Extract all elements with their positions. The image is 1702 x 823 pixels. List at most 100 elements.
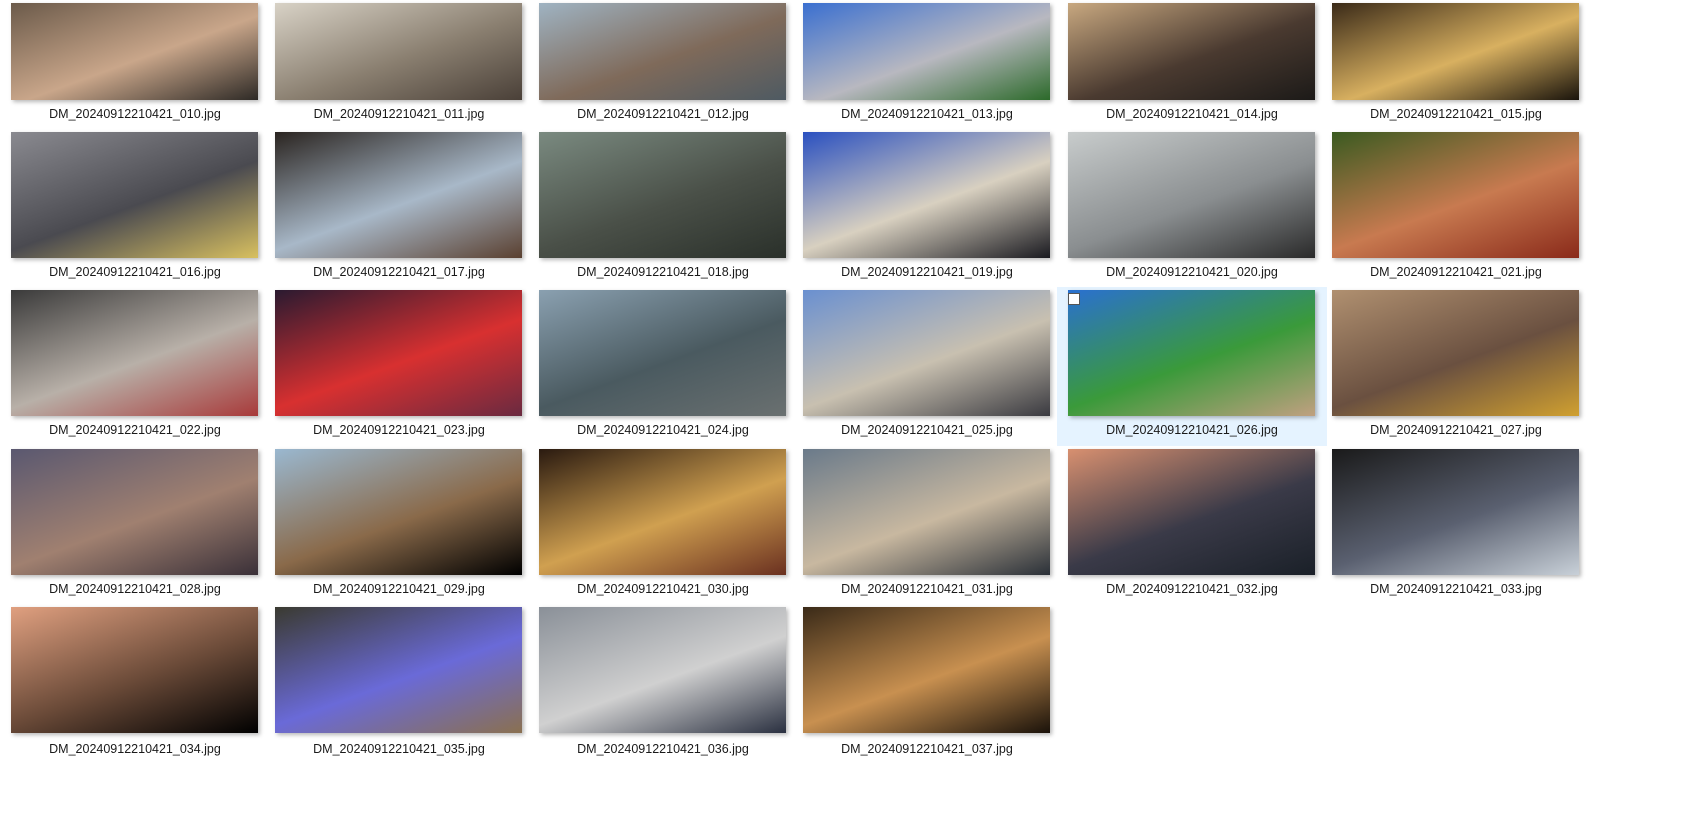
image-thumbnail[interactable] [11, 607, 258, 733]
file-item[interactable]: DM_20240912210421_015.jpg [1321, 0, 1591, 121]
file-name-label: DM_20240912210421_032.jpg [1106, 582, 1278, 596]
image-thumbnail[interactable] [11, 3, 258, 100]
file-name-label: DM_20240912210421_028.jpg [49, 582, 221, 596]
file-item[interactable]: DM_20240912210421_012.jpg [528, 0, 798, 121]
image-thumbnail-icon [275, 3, 522, 100]
file-name-label: DM_20240912210421_037.jpg [841, 742, 1013, 756]
image-thumbnail-icon [11, 607, 258, 733]
image-thumbnail-icon [11, 290, 258, 416]
image-thumbnail[interactable] [1068, 449, 1315, 575]
file-name-label: DM_20240912210421_019.jpg [841, 265, 1013, 279]
file-item[interactable]: DM_20240912210421_029.jpg [264, 446, 534, 604]
image-thumbnail-icon [1068, 3, 1315, 100]
file-name-label: DM_20240912210421_034.jpg [49, 742, 221, 756]
image-thumbnail[interactable] [803, 607, 1050, 733]
file-item[interactable]: DM_20240912210421_028.jpg [0, 446, 270, 604]
file-item[interactable]: DM_20240912210421_016.jpg [0, 129, 270, 287]
file-name-label: DM_20240912210421_021.jpg [1370, 265, 1542, 279]
file-name-label: DM_20240912210421_031.jpg [841, 582, 1013, 596]
file-item[interactable]: DM_20240912210421_031.jpg [792, 446, 1062, 604]
image-thumbnail-icon [11, 132, 258, 258]
file-name-label: DM_20240912210421_016.jpg [49, 265, 221, 279]
file-name-label: DM_20240912210421_026.jpg [1106, 423, 1278, 437]
file-item[interactable]: DM_20240912210421_020.jpg [1057, 129, 1327, 287]
image-thumbnail[interactable] [275, 3, 522, 100]
image-thumbnail[interactable] [539, 132, 786, 258]
image-thumbnail[interactable] [1068, 290, 1315, 416]
image-thumbnail-icon [11, 449, 258, 575]
file-name-label: DM_20240912210421_013.jpg [841, 107, 1013, 121]
image-thumbnail-icon [1068, 290, 1315, 416]
file-item[interactable]: DM_20240912210421_010.jpg [0, 0, 270, 121]
image-thumbnail[interactable] [803, 132, 1050, 258]
image-thumbnail-icon [1068, 132, 1315, 258]
image-thumbnail-icon [803, 290, 1050, 416]
selection-checkbox[interactable] [1068, 293, 1080, 305]
file-item[interactable]: DM_20240912210421_011.jpg [264, 0, 534, 121]
image-thumbnail[interactable] [1332, 449, 1579, 575]
image-thumbnail-icon [11, 3, 258, 100]
file-item[interactable]: DM_20240912210421_030.jpg [528, 446, 798, 604]
image-thumbnail[interactable] [539, 290, 786, 416]
file-name-label: DM_20240912210421_029.jpg [313, 582, 485, 596]
file-item[interactable]: DM_20240912210421_013.jpg [792, 0, 1062, 121]
image-thumbnail[interactable] [1332, 132, 1579, 258]
file-item[interactable]: DM_20240912210421_032.jpg [1057, 446, 1327, 604]
file-item[interactable]: DM_20240912210421_018.jpg [528, 129, 798, 287]
file-name-label: DM_20240912210421_015.jpg [1370, 107, 1542, 121]
file-name-label: DM_20240912210421_023.jpg [313, 423, 485, 437]
file-item[interactable]: DM_20240912210421_014.jpg [1057, 0, 1327, 121]
file-name-label: DM_20240912210421_033.jpg [1370, 582, 1542, 596]
file-item[interactable]: DM_20240912210421_035.jpg [264, 604, 534, 762]
image-thumbnail[interactable] [803, 290, 1050, 416]
image-thumbnail-icon [803, 607, 1050, 733]
image-thumbnail[interactable] [11, 449, 258, 575]
file-item[interactable]: DM_20240912210421_021.jpg [1321, 129, 1591, 287]
file-item[interactable]: DM_20240912210421_034.jpg [0, 604, 270, 762]
file-name-label: DM_20240912210421_020.jpg [1106, 265, 1278, 279]
file-item[interactable]: DM_20240912210421_037.jpg [792, 604, 1062, 762]
image-thumbnail-icon [1332, 449, 1579, 575]
image-thumbnail-icon [275, 449, 522, 575]
image-thumbnail[interactable] [11, 290, 258, 416]
image-thumbnail-icon [539, 3, 786, 100]
file-item[interactable]: DM_20240912210421_033.jpg [1321, 446, 1591, 604]
image-thumbnail[interactable] [1068, 3, 1315, 100]
file-name-label: DM_20240912210421_018.jpg [577, 265, 749, 279]
file-item[interactable]: DM_20240912210421_027.jpg [1321, 287, 1591, 446]
file-name-label: DM_20240912210421_025.jpg [841, 423, 1013, 437]
image-thumbnail[interactable] [1332, 3, 1579, 100]
image-thumbnail[interactable] [539, 449, 786, 575]
file-item[interactable]: DM_20240912210421_036.jpg [528, 604, 798, 762]
image-thumbnail-icon [803, 132, 1050, 258]
image-thumbnail[interactable] [803, 3, 1050, 100]
file-item[interactable]: DM_20240912210421_022.jpg [0, 287, 270, 446]
image-thumbnail[interactable] [275, 290, 522, 416]
image-thumbnail[interactable] [11, 132, 258, 258]
file-item[interactable]: DM_20240912210421_019.jpg [792, 129, 1062, 287]
image-thumbnail-icon [539, 449, 786, 575]
file-name-label: DM_20240912210421_017.jpg [313, 265, 485, 279]
image-thumbnail-icon [275, 290, 522, 416]
file-grid: DM_20240912210421_010.jpg DM_202409122104… [0, 0, 1702, 823]
image-thumbnail-icon [275, 607, 522, 733]
image-thumbnail-icon [539, 290, 786, 416]
image-thumbnail[interactable] [275, 607, 522, 733]
file-item[interactable]: DM_20240912210421_025.jpg [792, 287, 1062, 446]
file-item[interactable]: DM_20240912210421_023.jpg [264, 287, 534, 446]
file-item[interactable]: DM_20240912210421_017.jpg [264, 129, 534, 287]
image-thumbnail[interactable] [275, 449, 522, 575]
file-name-label: DM_20240912210421_030.jpg [577, 582, 749, 596]
image-thumbnail[interactable] [1068, 132, 1315, 258]
image-thumbnail[interactable] [1332, 290, 1579, 416]
file-name-label: DM_20240912210421_035.jpg [313, 742, 485, 756]
image-thumbnail[interactable] [275, 132, 522, 258]
file-item[interactable]: DM_20240912210421_024.jpg [528, 287, 798, 446]
image-thumbnail[interactable] [803, 449, 1050, 575]
image-thumbnail[interactable] [539, 3, 786, 100]
file-name-label: DM_20240912210421_036.jpg [577, 742, 749, 756]
image-thumbnail[interactable] [539, 607, 786, 733]
file-item[interactable]: DM_20240912210421_026.jpg [1057, 287, 1327, 446]
image-thumbnail-icon [1332, 3, 1579, 100]
image-thumbnail-icon [1332, 132, 1579, 258]
